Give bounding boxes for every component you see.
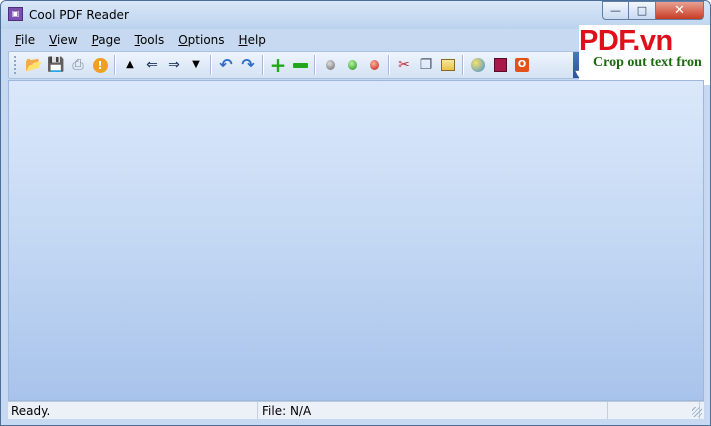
status-text: Ready.	[8, 402, 258, 419]
menu-help[interactable]: Help	[232, 33, 273, 47]
rotate-right-button[interactable]: ↷	[237, 54, 259, 76]
app-icon[interactable]: ▣	[8, 7, 23, 21]
book-button[interactable]	[489, 54, 511, 76]
menu-tools[interactable]: Tools	[128, 33, 172, 47]
minimize-button[interactable]: —	[602, 1, 629, 20]
status-extra	[608, 402, 700, 419]
minimize-icon: —	[610, 4, 621, 17]
toolbar-separator	[262, 55, 264, 75]
menu-view-label: iew	[57, 32, 78, 47]
green-dot-icon	[347, 60, 357, 70]
status-file: File: N/A	[258, 402, 608, 419]
page-down-button[interactable]: ▼	[185, 54, 207, 76]
image-button[interactable]	[437, 54, 459, 76]
menu-view[interactable]: View	[42, 33, 84, 47]
brand-watermark: PDF.vn Crop out text fron	[579, 25, 710, 85]
back-button[interactable]: ⇐	[141, 54, 163, 76]
page-down-icon: ▼	[192, 59, 200, 70]
info-icon: !	[92, 57, 108, 73]
resize-grip[interactable]	[692, 407, 702, 417]
save-button[interactable]: 💾	[45, 54, 67, 76]
menu-file[interactable]: File	[8, 33, 42, 47]
crop-button[interactable]: ✂	[393, 54, 415, 76]
print-icon: ⎙	[72, 57, 84, 73]
menu-view-accel: V	[49, 32, 58, 47]
menu-page[interactable]: Page	[85, 33, 128, 47]
book-icon	[493, 58, 507, 72]
page-up-icon: ▲	[126, 59, 134, 70]
red-dot-icon	[369, 60, 379, 70]
window-title: Cool PDF Reader	[29, 8, 129, 22]
menu-options-label: ptions	[187, 32, 225, 47]
toolbar-separator	[314, 55, 316, 75]
open-folder-icon: 📂	[25, 57, 43, 73]
rotate-left-button[interactable]: ↶	[215, 54, 237, 76]
status-bar: Ready. File: N/A	[8, 401, 704, 419]
web-button[interactable]	[467, 54, 489, 76]
zoom-in-icon: +	[269, 53, 287, 77]
brand-tagline: Crop out text fron	[593, 55, 702, 70]
copy-button[interactable]: ❐	[415, 54, 437, 76]
menu-help-label: elp	[247, 32, 266, 47]
close-icon: ✕	[674, 3, 685, 18]
rotate-right-icon: ↷	[241, 55, 255, 74]
forward-button[interactable]: ⇒	[163, 54, 185, 76]
office-button[interactable]: O	[511, 54, 533, 76]
page-up-button[interactable]: ▲	[119, 54, 141, 76]
info-button[interactable]: !	[89, 54, 111, 76]
maximize-button[interactable]: □	[629, 1, 656, 20]
gray-dot-icon	[325, 60, 335, 70]
menu-options-accel: O	[178, 32, 188, 47]
copy-icon: ❐	[419, 57, 433, 73]
red-dot-button[interactable]	[363, 54, 385, 76]
office-icon: O	[515, 58, 529, 72]
globe-icon	[471, 58, 485, 72]
print-button[interactable]: ⎙	[67, 54, 89, 76]
zoom-out-icon	[292, 62, 308, 68]
scissors-icon: ✂	[398, 57, 410, 73]
toolbar-separator	[462, 55, 464, 75]
menu-tools-label: ools	[139, 32, 165, 47]
image-icon	[441, 59, 455, 71]
menu-bar: File View Page Tools Options Help	[8, 30, 580, 49]
rotate-left-icon: ↶	[219, 55, 233, 74]
back-icon: ⇐	[146, 57, 158, 73]
save-icon: 💾	[47, 57, 65, 73]
zoom-out-button[interactable]	[289, 54, 311, 76]
close-button[interactable]: ✕	[656, 1, 704, 20]
toolbar-separator	[210, 55, 212, 75]
gray-dot-button[interactable]	[319, 54, 341, 76]
menu-options[interactable]: Options	[171, 33, 231, 47]
forward-icon: ⇒	[168, 57, 180, 73]
menu-page-label: age	[98, 32, 121, 47]
window-controls: — □ ✕	[602, 1, 704, 20]
toolbar-grip[interactable]	[14, 56, 19, 74]
toolbar-separator	[388, 55, 390, 75]
main-toolbar: 📂 💾 ⎙ ! ▲ ⇐ ⇒ ▼ ↶ ↷ + ✂ ❐ O ▼	[8, 51, 584, 79]
menu-file-label: ile	[21, 32, 36, 47]
maximize-icon: □	[636, 4, 648, 17]
open-button[interactable]: 📂	[23, 54, 45, 76]
zoom-in-button[interactable]: +	[267, 54, 289, 76]
toolbar-separator	[114, 55, 116, 75]
green-dot-button[interactable]	[341, 54, 363, 76]
app-window: ▣ Cool PDF Reader — □ ✕ File View Page T…	[0, 0, 711, 426]
menu-help-accel: H	[238, 32, 248, 47]
document-view[interactable]	[8, 80, 704, 401]
brand-logo: PDF.vn	[579, 25, 673, 57]
